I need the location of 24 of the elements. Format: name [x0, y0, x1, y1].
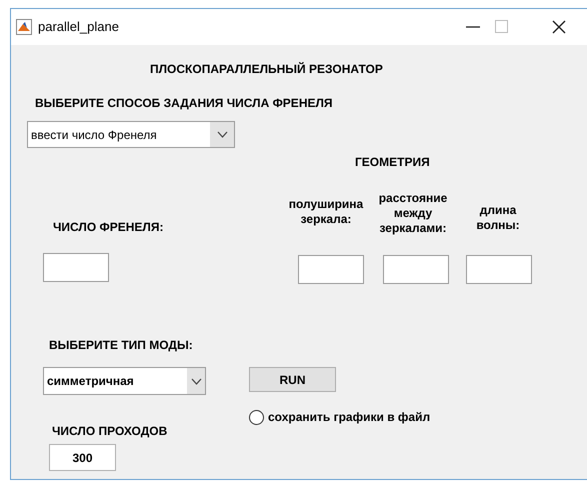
fresnel-number-field[interactable] — [43, 253, 109, 282]
geometry-label: полуширина зеркала: — [288, 197, 364, 227]
geometry-field[interactable] — [383, 255, 449, 284]
method-label: ВЫБЕРИТЕ СПОСОБ ЗАДАНИЯ ЧИСЛА ФРЕНЕЛЯ — [35, 95, 333, 112]
method-dropdown[interactable]: ввести число Френеля — [27, 121, 235, 148]
passes-field[interactable]: 300 — [49, 444, 116, 471]
close-button[interactable] — [552, 20, 566, 34]
geometry-field[interactable] — [298, 255, 364, 284]
window-title: parallel_plane — [38, 18, 119, 36]
maximize-button[interactable] — [495, 20, 508, 33]
mode-dropdown[interactable]: симметричная — [43, 367, 206, 395]
geometry-label: расстояние между зеркалами: — [378, 191, 448, 236]
geometry-field[interactable] — [466, 255, 532, 284]
geometry-label: длина волны: — [475, 203, 521, 233]
passes-label: ЧИСЛО ПРОХОДОВ — [52, 423, 168, 440]
run-button[interactable]: RUN — [249, 367, 336, 392]
fresnel-number-label: ЧИСЛО ФРЕНЕЛЯ: — [53, 219, 164, 236]
mode-label: ВЫБЕРИТЕ ТИП МОДЫ: — [49, 337, 193, 354]
heading: ПЛОСКОПАРАЛЛЕЛЬНЫЙ РЕЗОНАТОР — [150, 61, 383, 78]
geometry-title: ГЕОМЕТРИЯ — [355, 154, 430, 171]
app-icon — [16, 19, 32, 35]
chevron-icon — [190, 378, 202, 384]
chevron-icon — [216, 131, 228, 138]
save-plots-radio[interactable]: сохранить графики в файл — [249, 408, 430, 426]
